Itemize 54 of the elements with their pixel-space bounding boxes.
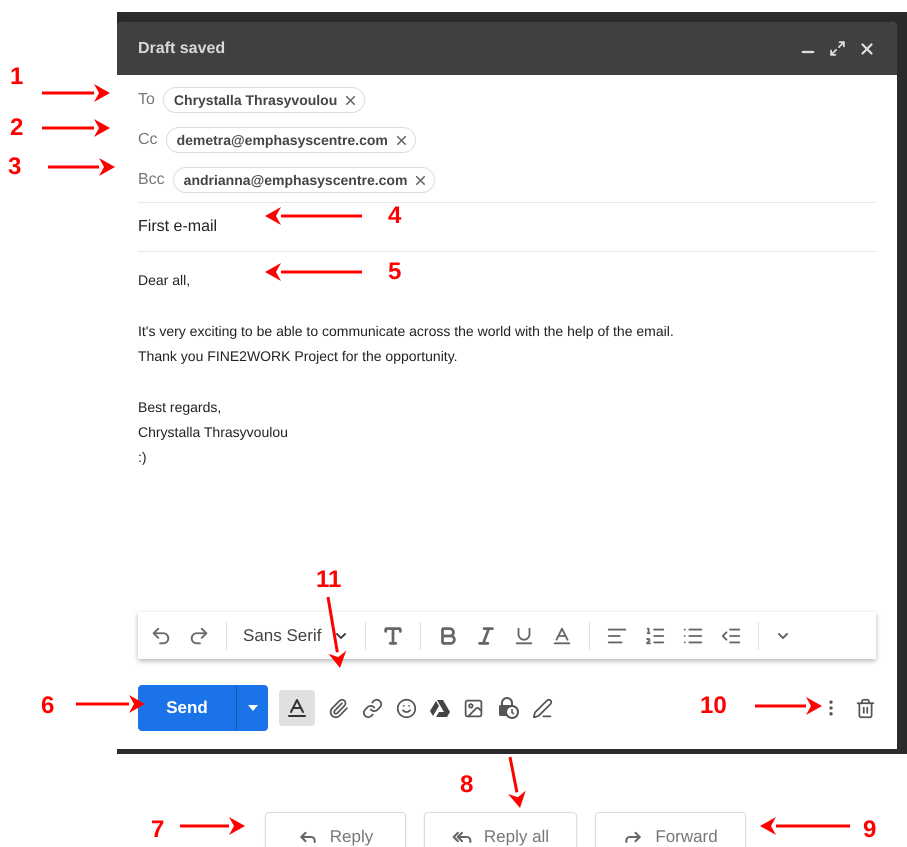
body-text: It's very exciting to be able to communicate across the world with the help of the email. bbox=[138, 322, 674, 341]
lock-clock-icon[interactable] bbox=[497, 697, 519, 719]
body-text: :) bbox=[138, 448, 147, 467]
action-button[interactable]: Forward bbox=[595, 812, 746, 847]
body-text: Chrystalla Thrasyvoulou bbox=[138, 423, 288, 442]
annotation-number: 5 bbox=[388, 257, 402, 287]
image-icon[interactable] bbox=[463, 698, 484, 718]
annotation-number: 11 bbox=[316, 565, 342, 595]
annotation-number: 3 bbox=[8, 152, 22, 182]
annotation-number: 10 bbox=[700, 691, 727, 721]
font-dropdown[interactable]: Sans Serif bbox=[243, 622, 350, 648]
annotation-number: 6 bbox=[41, 691, 54, 721]
pen-icon[interactable] bbox=[532, 698, 553, 718]
delete-icon[interactable] bbox=[855, 698, 876, 718]
recipient-label: To bbox=[138, 90, 155, 110]
annotation-arrow bbox=[76, 695, 145, 713]
drive-icon[interactable] bbox=[430, 699, 450, 717]
annotation-number: 8 bbox=[460, 770, 474, 800]
annotation-arrow bbox=[42, 119, 110, 137]
text-format-icon bbox=[285, 696, 309, 720]
formatting-options-button[interactable] bbox=[279, 690, 315, 726]
undo-icon[interactable] bbox=[150, 624, 172, 646]
attach-icon[interactable] bbox=[328, 698, 349, 718]
annotation-arrow bbox=[326, 596, 346, 668]
send-options-button[interactable] bbox=[236, 685, 268, 731]
action-button[interactable]: Reply all bbox=[424, 812, 577, 847]
window-title: Draft saved bbox=[138, 38, 226, 58]
send-button[interactable]: Send bbox=[138, 685, 236, 731]
annotation-number: 4 bbox=[388, 201, 402, 231]
recipient-label: Cc bbox=[138, 130, 158, 150]
caret-icon bbox=[248, 705, 258, 711]
annotation-number: 7 bbox=[151, 815, 164, 845]
link-icon[interactable] bbox=[362, 698, 383, 718]
recipient-chip[interactable]: Chrystalla Thrasyvoulou bbox=[162, 87, 366, 113]
emoji-icon[interactable] bbox=[396, 698, 417, 718]
recipient-chip[interactable]: demetra@emphasyscentre.com bbox=[166, 127, 416, 153]
annotation-number: 2 bbox=[10, 113, 24, 143]
recipient-label: Bcc bbox=[138, 170, 165, 190]
subject-field[interactable]: First e-mail bbox=[138, 215, 218, 239]
redo-icon[interactable] bbox=[188, 624, 210, 646]
annotation-number: 1 bbox=[10, 62, 24, 92]
annotation-arrow bbox=[755, 697, 822, 715]
annotation-arrow bbox=[48, 158, 115, 176]
body-text: Thank you FINE2WORK Project for the opportunity. bbox=[138, 347, 458, 366]
annotation-arrow bbox=[180, 817, 245, 835]
text-size-icon[interactable] bbox=[382, 624, 404, 646]
body-text: Best regards, bbox=[138, 398, 222, 417]
annotation-number: 9 bbox=[863, 815, 876, 845]
annotation-arrow bbox=[508, 756, 526, 808]
action-button[interactable]: Reply bbox=[265, 812, 406, 847]
annotation-arrow bbox=[42, 84, 110, 102]
recipient-chip[interactable]: andrianna@emphasyscentre.com bbox=[172, 167, 436, 193]
body-text: Dear all, bbox=[138, 271, 190, 290]
expand-icon[interactable] bbox=[829, 40, 846, 57]
